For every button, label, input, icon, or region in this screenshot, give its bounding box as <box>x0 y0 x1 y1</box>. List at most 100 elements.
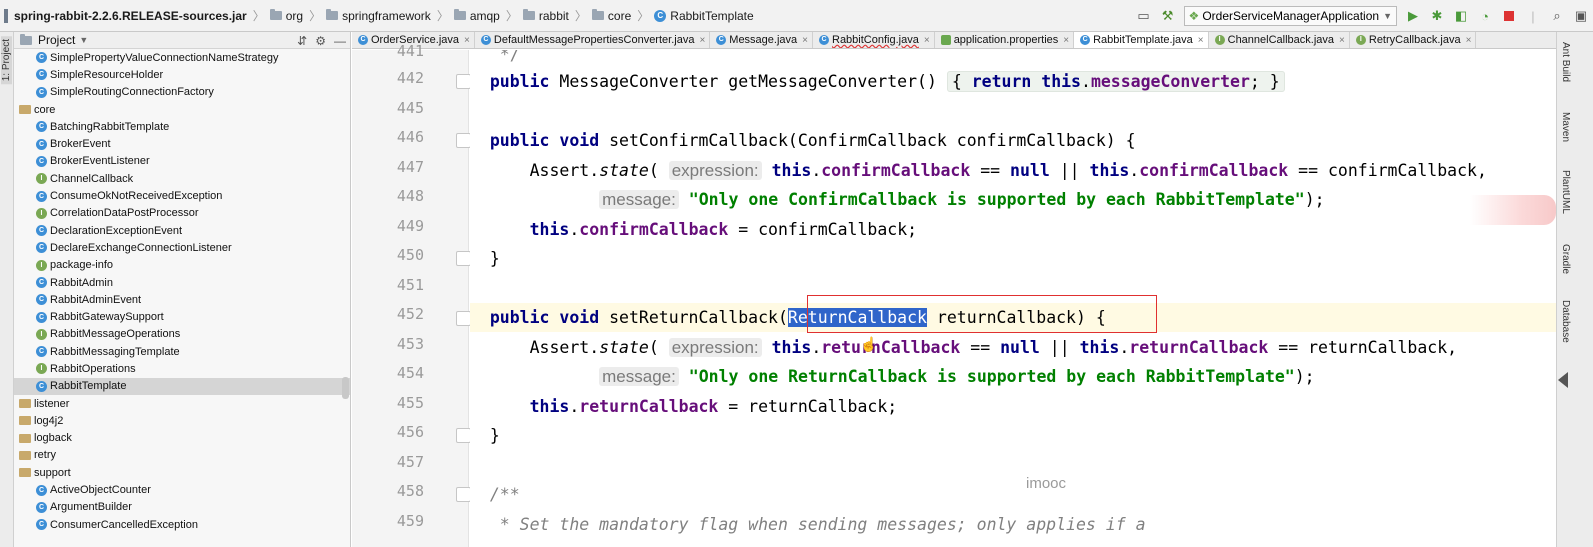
code-line-447[interactable]: Assert.state( expression: this.confirmCa… <box>470 156 1556 185</box>
editor-tab[interactable]: C Message.java × <box>710 32 813 48</box>
build-hammer-icon[interactable]: ⚒ <box>1160 8 1176 24</box>
chevron-down-icon[interactable]: ▼ <box>79 35 88 45</box>
layout-icon[interactable]: ▣ <box>1573 8 1589 24</box>
code-line-456[interactable]: } <box>470 421 1556 450</box>
fold-marker[interactable] <box>456 74 471 89</box>
tree-item-class[interactable]: Ipackage-info <box>14 257 350 274</box>
code-line-458[interactable]: /** <box>470 480 1556 509</box>
scrollbar[interactable] <box>342 377 349 399</box>
breadcrumb-item-core[interactable]: core 〉 <box>591 0 654 32</box>
fold-marker[interactable] <box>456 311 471 326</box>
fold-marker[interactable] <box>456 487 471 502</box>
fold-marker[interactable] <box>456 251 471 266</box>
tree-item-class[interactable]: I RabbitMessageOperations <box>14 326 350 343</box>
tree-item-package[interactable]: log4j2 <box>14 412 350 429</box>
tree-item-class[interactable]: C SimplePropertyValueConnectionNameStrate… <box>14 49 350 66</box>
tree-item-class[interactable]: C BrokerEvent <box>14 135 350 152</box>
tree-item-package[interactable]: retry <box>14 447 350 464</box>
breadcrumb-item-amqp[interactable]: amqp 〉 <box>453 0 523 32</box>
code-line-454[interactable]: message: "Only one ReturnCallback is sup… <box>470 362 1556 391</box>
close-icon[interactable]: × <box>1339 35 1345 46</box>
close-icon[interactable]: × <box>1063 35 1069 46</box>
fold-marker[interactable] <box>456 428 471 443</box>
tool-window-tab-database[interactable]: Database <box>1560 300 1571 343</box>
editor-tab[interactable]: C RabbitConfig.java × <box>813 32 935 48</box>
editor-tab[interactable]: I RetryCallback.java × <box>1350 32 1477 48</box>
close-icon[interactable]: × <box>699 35 705 46</box>
run-icon[interactable]: ▶ <box>1405 8 1421 24</box>
tree-item-class[interactable]: C DeclarationExceptionEvent <box>14 222 350 239</box>
fold-marker[interactable] <box>456 133 471 148</box>
layout-icon[interactable]: ▭ <box>1136 8 1152 24</box>
hide-icon[interactable]: — <box>334 34 346 48</box>
breadcrumb-item-current[interactable]: C RabbitTemplate <box>654 0 754 32</box>
tree-item-class[interactable]: C BrokerEventListener <box>14 153 350 170</box>
tree-item-package[interactable]: support <box>14 464 350 481</box>
stop-icon[interactable] <box>1501 8 1517 24</box>
tree-item-class[interactable]: C ConsumerCancelledException <box>14 516 350 533</box>
tree-item-label: ArgumentBuilder <box>50 501 132 514</box>
breadcrumb-jar[interactable]: spring-rabbit-2.2.6.RELEASE-sources.jar … <box>0 0 270 32</box>
tree-item-label: RabbitAdminEvent <box>50 293 142 306</box>
coverage-icon[interactable]: ◧ <box>1453 8 1469 24</box>
folded-code-region[interactable]: { return this.messageConverter; } <box>946 71 1285 92</box>
profile-icon[interactable]: ◔ <box>1477 8 1493 24</box>
run-configuration-select[interactable]: ❖ OrderServiceManagerApplication ▼ <box>1183 6 1397 26</box>
editor-tab[interactable]: application.properties × <box>935 32 1075 48</box>
code-line-446[interactable]: public void setConfirmCallback(ConfirmCa… <box>470 126 1556 155</box>
tree-item-class[interactable]: C BatchingRabbitTemplate <box>14 118 350 135</box>
code-line-459[interactable]: * Set the mandatory flag when sending me… <box>470 510 1556 539</box>
tree-item-class[interactable]: C SimpleRoutingConnectionFactory <box>14 84 350 101</box>
tree-item-class[interactable]: I CorrelationDataPostProcessor <box>14 205 350 222</box>
tool-window-tab-maven[interactable]: Maven <box>1560 112 1571 142</box>
tree-item-class[interactable]: C RabbitGatewaySupport <box>14 308 350 325</box>
breadcrumb-item-springframework[interactable]: springframework 〉 <box>326 0 454 32</box>
tree-item-class[interactable]: C RabbitTemplate <box>14 377 350 395</box>
tree-item-class[interactable]: C DeclareExchangeConnectionListener <box>14 239 350 256</box>
tree-item-class[interactable]: C ArgumentBuilder <box>14 499 350 516</box>
close-icon[interactable]: × <box>1466 35 1472 46</box>
tree-item-class[interactable]: I RabbitOperations <box>14 360 350 377</box>
close-icon[interactable]: × <box>464 35 470 46</box>
class-icon: C <box>36 277 47 288</box>
close-icon[interactable]: × <box>802 35 808 46</box>
editor-tab[interactable]: C DefaultMessagePropertiesConverter.java × <box>475 32 711 48</box>
collapse-arrow-icon[interactable] <box>1558 372 1568 388</box>
collapse-all-icon[interactable]: ⇵ <box>297 34 307 48</box>
tree-item-class[interactable]: C SimpleResourceHolder <box>14 66 350 83</box>
tree-item-class[interactable]: C RabbitAdminEvent <box>14 291 350 308</box>
code-line-448[interactable]: message: "Only one ConfirmCallback is su… <box>470 185 1556 214</box>
tool-window-tab-ant-build[interactable]: Ant Build <box>1560 42 1571 82</box>
debug-icon[interactable]: ✱ <box>1429 8 1445 24</box>
code-line-455[interactable]: this.returnCallback = returnCallback; <box>470 392 1556 421</box>
tree-item-class[interactable]: C ConsumeOkNotReceivedException <box>14 187 350 204</box>
code-line-450[interactable]: } <box>470 244 1556 273</box>
tool-window-tab-project[interactable]: 1: Project <box>1 36 12 85</box>
tree-item-class[interactable]: C RabbitAdmin <box>14 274 350 291</box>
tree-item-package[interactable]: logback <box>14 430 350 447</box>
close-icon[interactable]: × <box>1198 35 1204 46</box>
code-line-453[interactable]: Assert.state( expression: this.returnCal… <box>470 333 1556 362</box>
tree-item-class[interactable]: C ActiveObjectCounter <box>14 481 350 498</box>
editor-tab-label: RabbitTemplate.java <box>1093 34 1193 46</box>
code-line-449[interactable]: this.confirmCallback = confirmCallback; <box>470 215 1556 244</box>
breadcrumb-item-org[interactable]: org 〉 <box>269 0 326 32</box>
breadcrumb-item-rabbit[interactable]: rabbit 〉 <box>522 0 592 32</box>
tree-item-package[interactable]: core <box>14 101 350 118</box>
editor-tab[interactable]: I ChannelCallback.java × <box>1209 32 1350 48</box>
editor-tab[interactable]: C RabbitTemplate.java × <box>1074 32 1209 48</box>
tree-item-class[interactable]: C RabbitMessagingTemplate <box>14 343 350 360</box>
search-icon[interactable]: ⌕ <box>1549 8 1565 24</box>
project-panel-title[interactable]: Project <box>38 33 75 47</box>
close-icon[interactable]: × <box>924 35 930 46</box>
code-line-442[interactable]: public MessageConverter getMessageConver… <box>470 67 1556 96</box>
tool-window-tab-plantuml[interactable]: PlantUML <box>1560 170 1571 214</box>
navigation-bar: spring-rabbit-2.2.6.RELEASE-sources.jar … <box>0 0 1593 32</box>
chevron-down-icon: ▼ <box>1383 11 1392 21</box>
class-icon: C <box>36 484 47 496</box>
tree-item-package[interactable]: listener <box>14 395 350 412</box>
tree-item-class[interactable]: I ChannelCallback <box>14 170 350 187</box>
package-icon <box>19 399 31 409</box>
tool-window-tab-gradle[interactable]: Gradle <box>1560 244 1571 274</box>
gear-icon[interactable]: ⚙ <box>315 34 326 48</box>
